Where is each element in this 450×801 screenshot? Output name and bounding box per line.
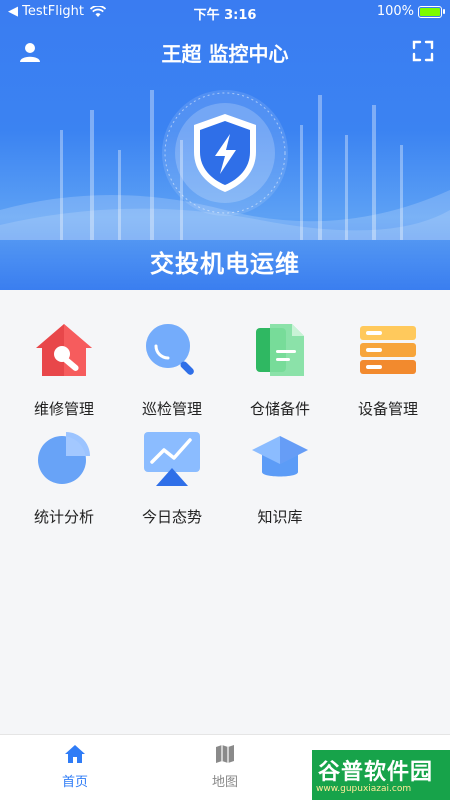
pie-chart-icon bbox=[38, 432, 90, 484]
menu-inspection[interactable]: 巡检管理 bbox=[116, 302, 228, 418]
menu-label: 统计分析 bbox=[33, 508, 94, 526]
documents-icon bbox=[256, 324, 304, 376]
battery-icon bbox=[418, 5, 445, 18]
hero-title: 交投机电运维 bbox=[150, 250, 300, 278]
watermark-url: www.gupuxiazai.com bbox=[316, 784, 412, 794]
graduation-cap-icon bbox=[252, 436, 308, 477]
menu-device[interactable]: 设备管理 bbox=[332, 302, 444, 418]
repair-house-icon bbox=[36, 324, 92, 376]
battery-percent: 100% bbox=[376, 4, 414, 19]
header-banner: 王超 监控中心 交投机电运维 bbox=[0, 0, 450, 290]
menu-label: 设备管理 bbox=[357, 400, 418, 418]
menu-knowledge-base[interactable]: 知识库 bbox=[224, 410, 336, 526]
fullscreen-icon[interactable] bbox=[412, 40, 434, 62]
map-icon bbox=[216, 745, 234, 763]
tab-home[interactable]: 首页 bbox=[0, 743, 150, 790]
page-title: 王超 监控中心 bbox=[161, 42, 289, 66]
watermark-logo: 谷普软件园 www.gupuxiazai.com bbox=[312, 750, 450, 800]
status-bar: ◀ TestFlight 下午 3:16 100% bbox=[0, 0, 450, 24]
menu-label: 今日态势 bbox=[141, 508, 202, 526]
menu-label: 知识库 bbox=[257, 508, 303, 526]
server-rack-icon bbox=[360, 326, 416, 374]
menu-storage[interactable]: 仓储备件 bbox=[224, 302, 336, 418]
menu-today-status[interactable]: 今日态势 bbox=[116, 410, 228, 526]
tab-map[interactable]: 地图 bbox=[150, 743, 300, 790]
tab-label: 首页 bbox=[61, 775, 88, 790]
menu-statistics[interactable]: 统计分析 bbox=[8, 410, 120, 526]
home-icon bbox=[65, 745, 85, 763]
watermark-text: 谷普软件园 bbox=[318, 760, 434, 785]
tab-label: 地图 bbox=[211, 775, 238, 790]
function-grid: 维修管理 巡检管理 仓储备件 设备管理 统计分析 今日态势 知识库 bbox=[0, 290, 450, 734]
shield-lightning-icon bbox=[162, 90, 288, 216]
trend-chart-icon bbox=[144, 432, 200, 486]
magnifier-icon bbox=[146, 324, 194, 375]
menu-repair[interactable]: 维修管理 bbox=[8, 302, 120, 418]
